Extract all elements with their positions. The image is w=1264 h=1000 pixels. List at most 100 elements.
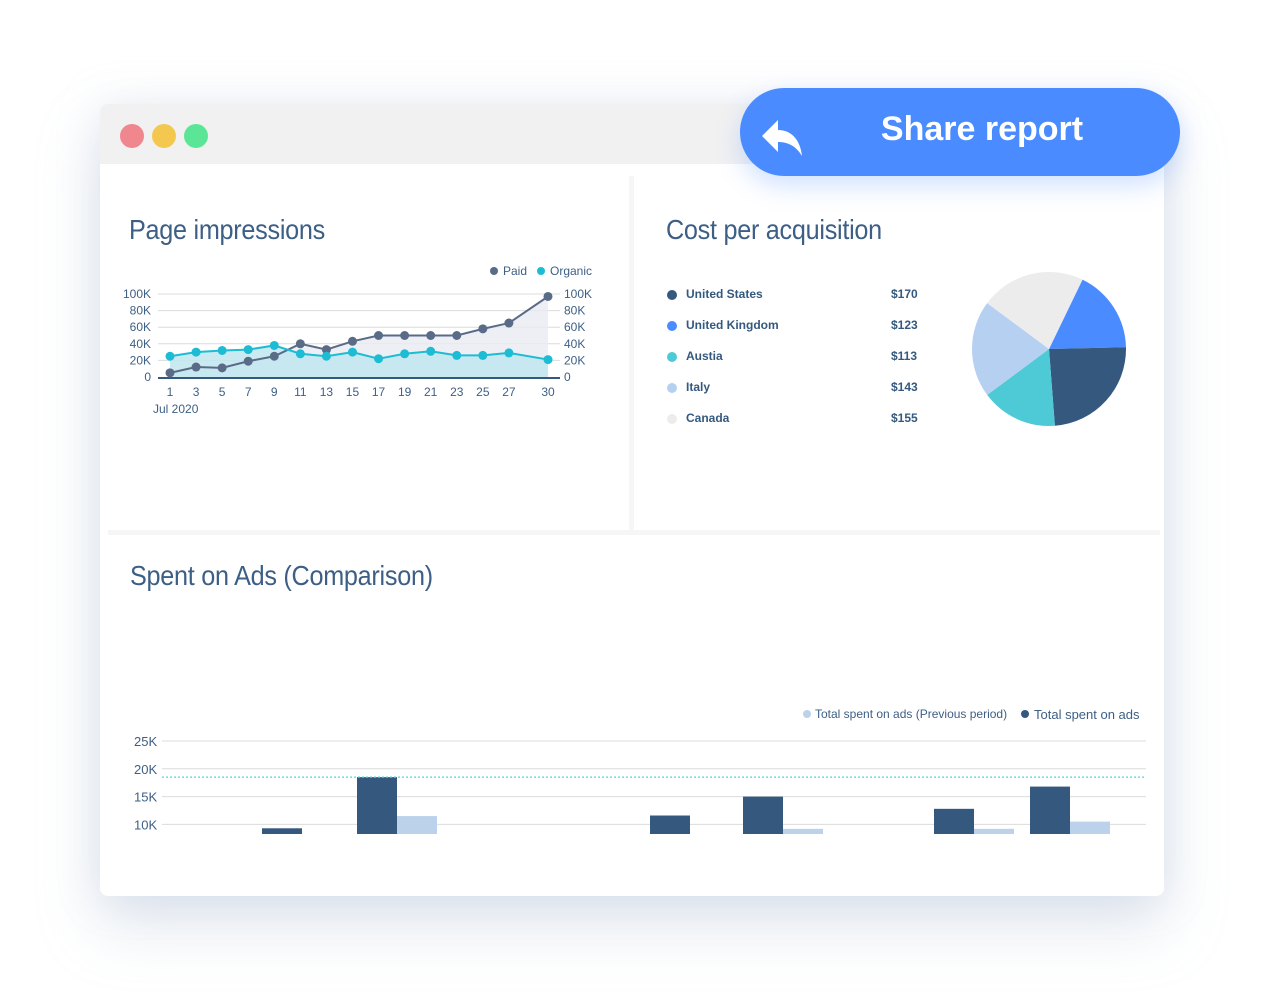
point-paid xyxy=(374,331,384,340)
bar-current xyxy=(357,777,397,834)
close-window-button[interactable] xyxy=(120,124,144,148)
y-tick-label-right: 80K xyxy=(564,304,585,318)
country-cpa-value: $155 xyxy=(891,411,918,425)
country-cpa-value: $143 xyxy=(891,380,918,394)
x-tick-label: 1 xyxy=(167,385,174,399)
point-organic xyxy=(543,355,553,365)
cpa-legend-item: United States $170 xyxy=(667,285,927,305)
point-organic xyxy=(504,348,514,358)
y-tick-label-right: 100K xyxy=(564,287,592,301)
point-paid xyxy=(543,291,553,301)
share-report-label: Share report xyxy=(880,110,1084,148)
legend-label-previous: Total spent on ads (Previous period) xyxy=(815,707,1007,721)
point-paid xyxy=(426,331,436,340)
bar-current xyxy=(262,828,302,834)
cpa-legend-item: United Kingdom $123 xyxy=(667,316,927,336)
legend-dot xyxy=(667,352,677,362)
legend-dot-previous xyxy=(803,710,811,718)
legend-dot xyxy=(667,321,677,331)
bar-current xyxy=(743,796,783,834)
y-tick-label-right: 20K xyxy=(564,353,585,367)
bar-current xyxy=(650,815,690,834)
cpa-pie-chart xyxy=(972,272,1126,426)
x-tick-label: 5 xyxy=(219,385,226,399)
cpa-legend-item: Canada $155 xyxy=(667,409,927,429)
country-name: United States xyxy=(686,287,763,301)
y-tick-label-left: 0 xyxy=(144,370,151,384)
point-organic xyxy=(295,349,305,359)
panel-divider-horizontal xyxy=(108,530,1160,535)
country-name: Austia xyxy=(686,349,723,363)
point-paid xyxy=(165,368,175,378)
country-cpa-value: $113 xyxy=(891,349,918,363)
x-tick-label: 11 xyxy=(294,385,307,399)
bar-previous xyxy=(974,828,1014,834)
legend-dot xyxy=(667,383,677,393)
legend-dot-organic xyxy=(537,267,545,275)
impressions-title: Page impressions xyxy=(129,214,325,245)
y-tick-label: 15K xyxy=(134,790,157,805)
point-organic xyxy=(400,349,410,359)
bar-current xyxy=(1030,786,1070,834)
legend-label-current: Total spent on ads xyxy=(1034,707,1140,722)
y-tick-label-right: 60K xyxy=(564,320,585,334)
ads-title: Spent on Ads (Comparison) xyxy=(130,560,433,591)
point-paid xyxy=(295,339,305,349)
x-tick-label: 21 xyxy=(424,385,438,399)
country-name: United Kingdom xyxy=(686,318,779,332)
x-tick-label: 30 xyxy=(541,385,555,399)
y-tick-label-right: 40K xyxy=(564,337,585,351)
x-tick-label: 25 xyxy=(476,385,490,399)
x-tick-label: 9 xyxy=(271,385,278,399)
minimize-window-button[interactable] xyxy=(152,124,176,148)
x-tick-label: 3 xyxy=(193,385,200,399)
point-paid xyxy=(191,362,201,372)
panel-divider-vertical xyxy=(629,176,634,530)
y-tick-label: 25K xyxy=(134,734,157,749)
point-organic xyxy=(478,350,488,360)
x-sublabel: Jul 2020 xyxy=(153,402,199,416)
legend-dot-paid xyxy=(490,267,498,275)
point-organic xyxy=(452,350,462,360)
country-cpa-value: $170 xyxy=(891,287,918,301)
y-tick-label: 10K xyxy=(134,817,157,832)
legend-dot-current xyxy=(1021,710,1029,718)
y-tick-label-left: 40K xyxy=(130,337,151,351)
cpa-legend-item: Austia $113 xyxy=(667,347,927,367)
point-organic xyxy=(426,346,436,356)
point-organic xyxy=(217,345,227,355)
maximize-window-button[interactable] xyxy=(184,124,208,148)
bar-previous xyxy=(783,828,823,834)
point-paid xyxy=(269,351,279,361)
bar-current xyxy=(934,808,974,834)
x-tick-label: 23 xyxy=(450,385,464,399)
impressions-line-chart: 0 020K 20K40K 40K60K 60K80K 80K100K 100K1 3 5 7 9 1… xyxy=(123,264,592,416)
x-tick-label: 17 xyxy=(372,385,386,399)
x-tick-label: 27 xyxy=(502,385,516,399)
y-tick-label-left: 80K xyxy=(130,304,151,318)
x-tick-label: 19 xyxy=(398,385,412,399)
legend-label-paid: Paid xyxy=(503,264,527,278)
bar-previous xyxy=(397,816,437,834)
point-organic xyxy=(321,351,331,361)
share-report-button[interactable]: Share report xyxy=(740,88,1180,176)
point-paid xyxy=(478,324,488,334)
legend-dot xyxy=(667,414,677,424)
y-tick-label-left: 20K xyxy=(130,353,151,367)
point-paid xyxy=(504,318,514,328)
cpa-legend-item: Italy $143 xyxy=(667,378,927,398)
point-organic xyxy=(269,340,279,350)
point-paid xyxy=(400,331,410,340)
country-name: Italy xyxy=(686,380,711,394)
point-organic xyxy=(243,345,253,355)
point-organic xyxy=(191,347,201,357)
dashboard-window: Page impressions 0 0 20K 20K 40K 40K 60K 60K 80K… xyxy=(100,104,1164,896)
pie-slice-united-states xyxy=(1049,347,1126,426)
y-tick-label-left: 60K xyxy=(130,320,151,334)
ads-bar-chart: 05K10K15K20K25K01 Jun202014 Jun202021 Ju… xyxy=(134,707,1146,834)
legend-dot xyxy=(667,290,677,300)
y-tick-label-right: 0 xyxy=(564,370,571,384)
x-tick-label: 13 xyxy=(320,385,334,399)
bar-previous xyxy=(1070,821,1110,834)
y-tick-label: 20K xyxy=(134,762,157,777)
